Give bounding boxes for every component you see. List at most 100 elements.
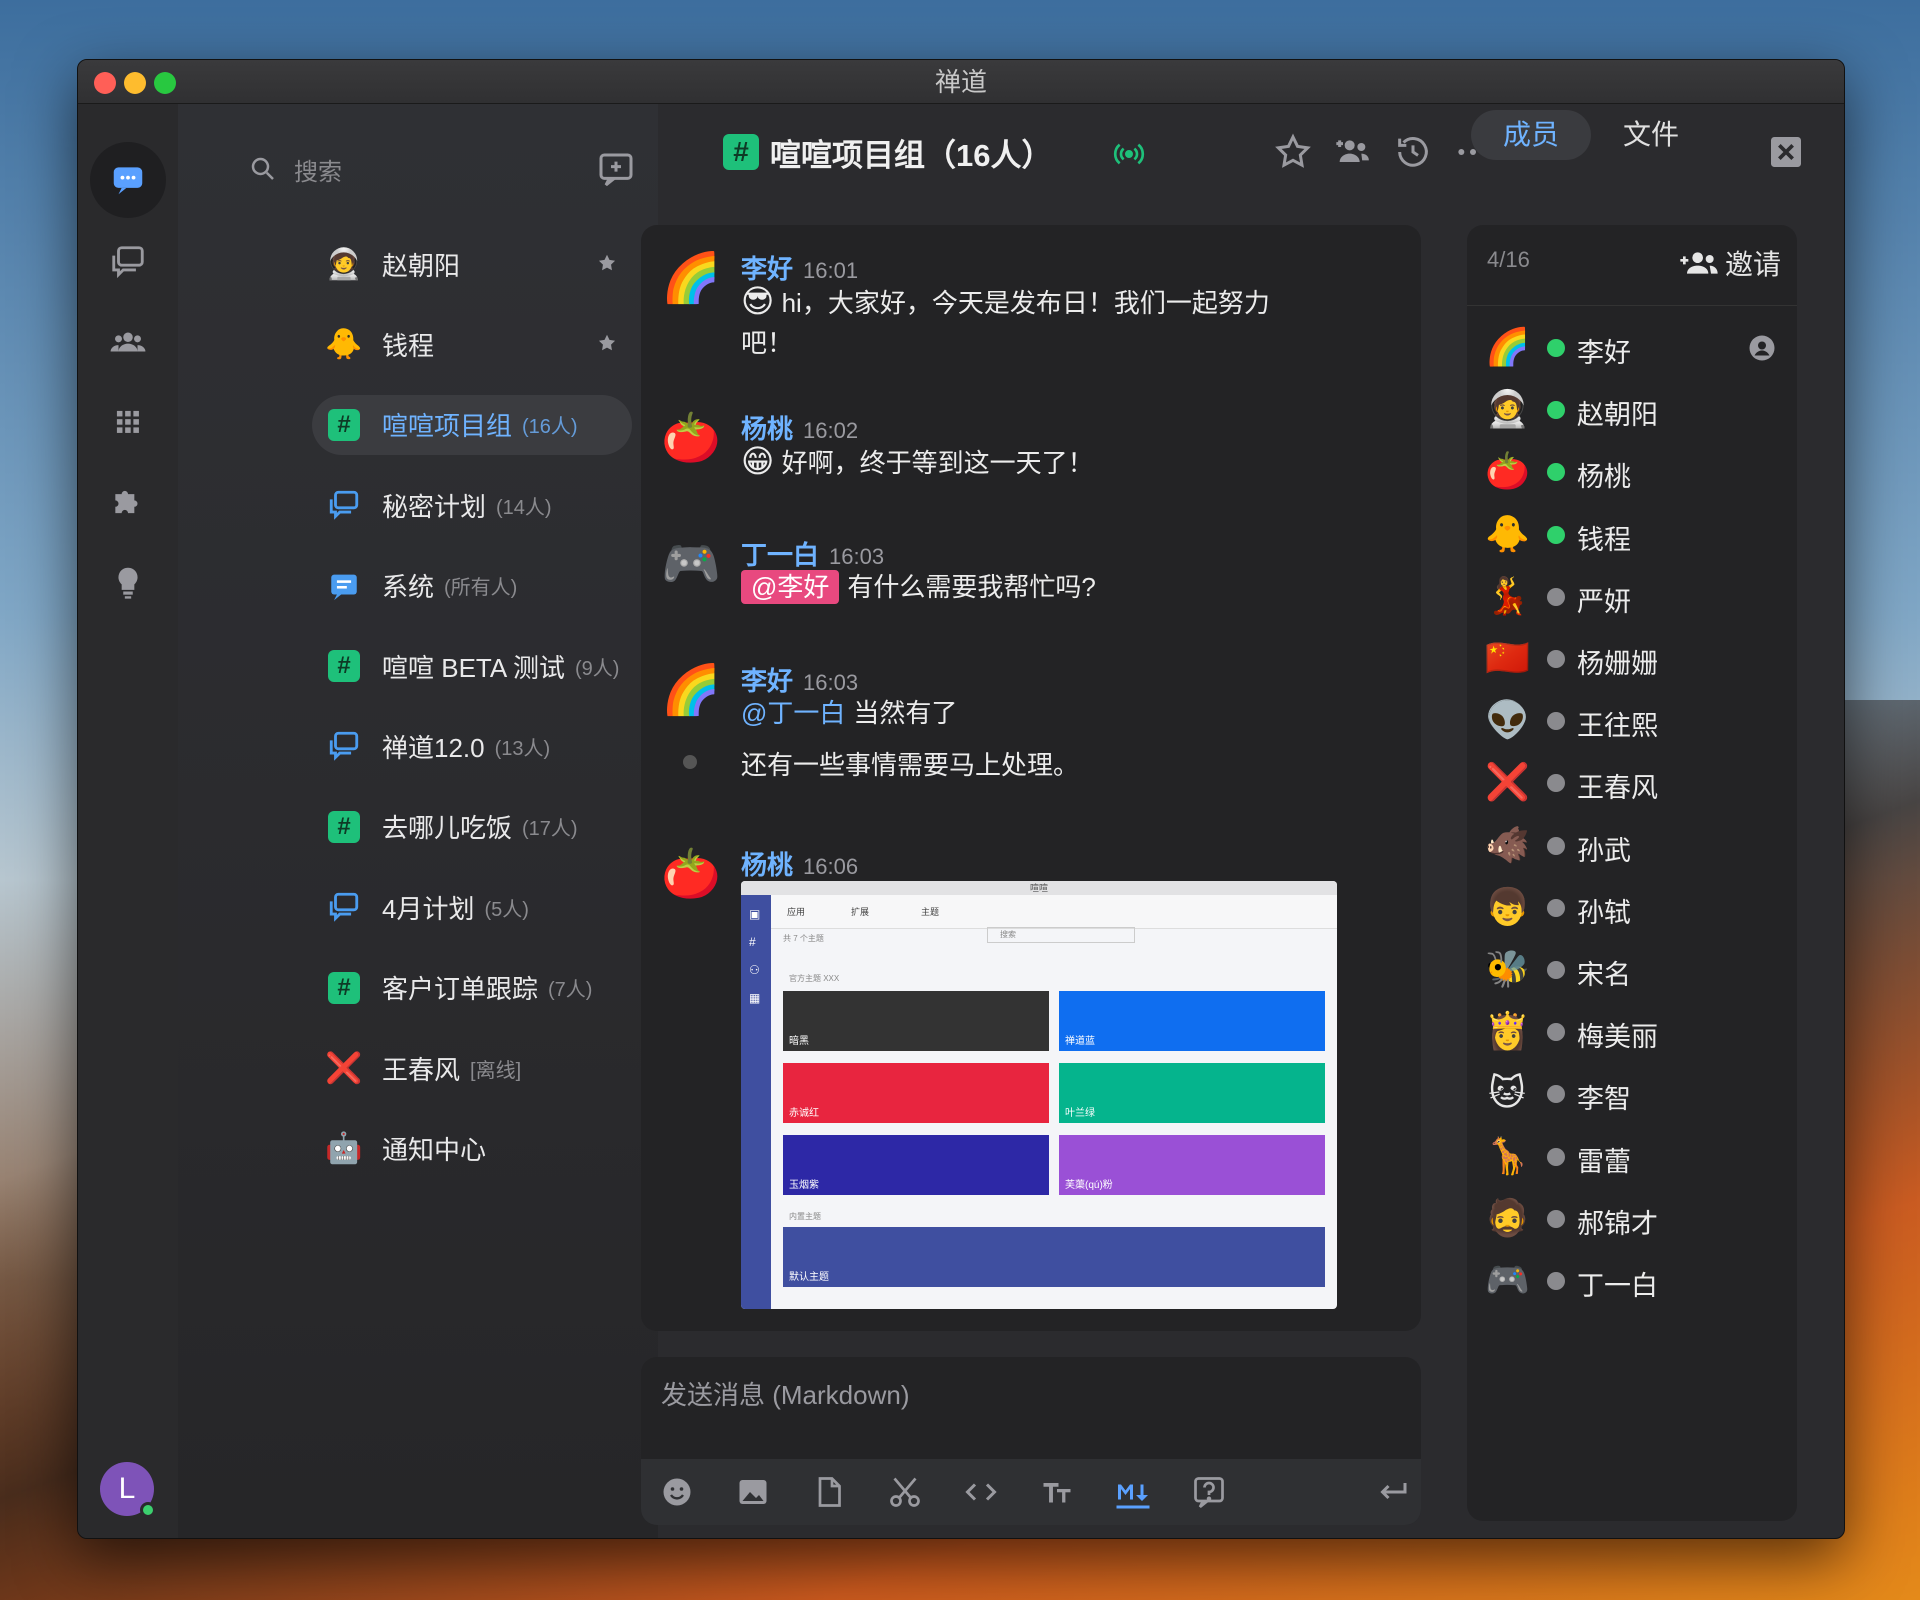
presence-dot — [1547, 587, 1565, 606]
chat-item[interactable]: 🧑‍🚀 赵朝阳 — [312, 234, 632, 294]
message-body: 好啊，终于等到这一天了！ — [781, 448, 1094, 478]
member-row[interactable]: 🐱 李智 — [1467, 1063, 1797, 1123]
member-row[interactable]: 🧔 郝锦才 — [1467, 1188, 1797, 1248]
text-size-icon[interactable] — [1039, 1474, 1075, 1510]
history-icon[interactable] — [1393, 132, 1433, 172]
sender-name[interactable]: 李好 — [741, 666, 793, 696]
chat-item[interactable]: 禅道12.0 (13人) — [312, 716, 632, 776]
invite-button[interactable]: 邀请 — [1679, 243, 1781, 283]
member-row[interactable]: 🇨🇳 杨姗姗 — [1467, 628, 1797, 688]
sender-name[interactable]: 丁一白 — [741, 540, 819, 570]
user-avatar[interactable]: L — [100, 1462, 156, 1518]
chat-name: 客户订单跟踪 — [382, 974, 539, 1005]
star-icon[interactable] — [596, 252, 618, 274]
sender-name[interactable]: 李好 — [741, 254, 793, 284]
message-avatar[interactable]: 🍅 — [661, 409, 721, 469]
send-icon[interactable] — [1375, 1474, 1411, 1510]
chat-name: 4月计划 — [382, 893, 475, 924]
mention-link[interactable]: @丁一白 — [741, 698, 845, 728]
chat-item[interactable]: 4月计划 (5人) — [312, 877, 632, 937]
presence-dot — [1547, 401, 1565, 420]
message-avatar[interactable]: 🌈 — [661, 661, 721, 721]
member-row[interactable]: 👽 王往熙 — [1467, 690, 1797, 750]
rail-apps-button[interactable] — [90, 384, 166, 460]
member-row[interactable]: 🌈 李好 — [1467, 317, 1797, 377]
star-icon[interactable] — [1273, 132, 1313, 172]
message-sender[interactable]: 杨桃 16:06 — [741, 845, 858, 882]
member-row[interactable]: 🐗 孙武 — [1467, 815, 1797, 875]
markdown-icon[interactable] — [1115, 1474, 1151, 1510]
new-chat-icon[interactable] — [596, 150, 636, 190]
chat-item[interactable]: ❌ 王春风 [离线] — [312, 1038, 632, 1098]
member-name: 钱程 — [1577, 524, 1631, 555]
member-row[interactable]: 🎮 丁一白 — [1467, 1250, 1797, 1310]
chat-item[interactable]: # 喧喧项目组 (16人) — [312, 394, 632, 455]
chat-name: 秘密计划 — [382, 491, 487, 522]
message-text: @丁一白 当然有了 — [741, 693, 1301, 733]
broadcast-icon — [1113, 143, 1145, 165]
chat-name: 钱程 — [382, 330, 435, 361]
discuss-icon — [326, 728, 362, 764]
rail-discuss-button[interactable] — [90, 224, 166, 300]
member-row[interactable]: 🦒 雷蕾 — [1467, 1126, 1797, 1186]
chat-item[interactable]: # 喧喧 BETA 测试 (9人) — [312, 636, 632, 696]
member-row[interactable]: 🧑‍🚀 赵朝阳 — [1467, 379, 1797, 439]
member-avatar: 👦 — [1485, 885, 1530, 927]
chat-member-count: (13人) — [494, 737, 551, 760]
chat-item[interactable]: # 客户订单跟踪 (7人) — [312, 958, 632, 1018]
app-window: 禅道 L 搜索 🧑‍🚀 赵朝阳 🐥 钱程 # 喧喧项目组 (16人) 秘密计划 (14人) 系统 (… — [77, 59, 1845, 1539]
member-avatar: 💃 — [1485, 574, 1530, 616]
theme-swatch-label: 暗黑 — [789, 1036, 809, 1047]
member-row[interactable]: 👸 梅美丽 — [1467, 1001, 1797, 1061]
member-row[interactable]: 💃 严妍 — [1467, 566, 1797, 626]
chat-item[interactable]: # 去哪儿吃饭 (17人) — [312, 797, 632, 857]
lightbulb-icon — [118, 567, 138, 599]
member-row[interactable]: 🐝 宋名 — [1467, 939, 1797, 999]
rail-extensions-button[interactable] — [90, 464, 166, 540]
member-row[interactable]: 🍅 杨桃 — [1467, 441, 1797, 501]
composer: 发送消息 (Markdown) — [641, 1357, 1421, 1525]
star-icon[interactable] — [596, 332, 618, 354]
theme-swatch-label: 叶兰绿 — [1065, 1108, 1095, 1119]
tab-members[interactable]: 成员 — [1471, 110, 1591, 160]
sender-name[interactable]: 杨桃 — [741, 414, 793, 444]
message-avatar[interactable]: 🍅 — [661, 845, 721, 905]
rail-chat-button[interactable] — [90, 142, 166, 218]
chat-item[interactable]: 系统 (所有人) — [312, 556, 632, 616]
emoji-icon[interactable] — [659, 1474, 695, 1510]
rail-contacts-button[interactable] — [90, 304, 166, 380]
presence-dot — [1547, 1209, 1565, 1228]
mention-pill[interactable]: @李好 — [741, 570, 840, 604]
presence-dot — [1547, 339, 1565, 357]
help-icon[interactable] — [1191, 1474, 1227, 1510]
tab-files[interactable]: 文件 — [1591, 110, 1711, 160]
member-row[interactable]: ❌ 王春风 — [1467, 752, 1797, 812]
member-avatar: 🐝 — [1485, 948, 1530, 989]
chat-item[interactable]: 🤖 通知中心 — [312, 1118, 632, 1178]
chat-item[interactable]: 🐥 钱程 — [312, 314, 632, 374]
default-theme-label: 默认主题 — [789, 1272, 829, 1283]
message-avatar[interactable]: 🎮 — [661, 535, 721, 595]
search-placeholder: 搜索 — [294, 158, 342, 186]
chat-name: 通知中心 — [382, 1134, 487, 1165]
message-avatar[interactable]: 🌈 — [661, 249, 721, 309]
chat-item[interactable]: 秘密计划 (14人) — [312, 475, 632, 535]
add-member-icon[interactable] — [1333, 132, 1373, 172]
chat-name: 禅道12.0 — [382, 732, 485, 763]
image-icon[interactable] — [735, 1474, 771, 1510]
online-status-dot — [140, 1502, 156, 1518]
message-input[interactable]: 发送消息 (Markdown) — [661, 1375, 909, 1412]
member-avatar: 🧑‍🚀 — [1485, 388, 1530, 430]
search-box[interactable]: 搜索 — [248, 144, 578, 194]
rail-theme-button[interactable] — [90, 544, 166, 620]
code-icon[interactable] — [963, 1474, 999, 1510]
sender-name[interactable]: 杨桃 — [741, 850, 793, 880]
admin-user-icon — [1749, 335, 1775, 361]
close-sidebar-icon[interactable] — [1766, 132, 1806, 172]
theme-swatch-label: 玉烟紫 — [789, 1180, 819, 1191]
member-row[interactable]: 🐥 钱程 — [1467, 504, 1797, 564]
file-icon[interactable] — [811, 1474, 847, 1510]
member-row[interactable]: 👦 孙轼 — [1467, 877, 1797, 937]
scissors-icon[interactable] — [887, 1474, 923, 1510]
message-image[interactable]: 喧喧 ▣ # ⚇ ▦ 应用 扩展 主题 共 7 个主题 搜索 官方主题 XXX 暗黑 禅道蓝… — [741, 881, 1337, 1309]
